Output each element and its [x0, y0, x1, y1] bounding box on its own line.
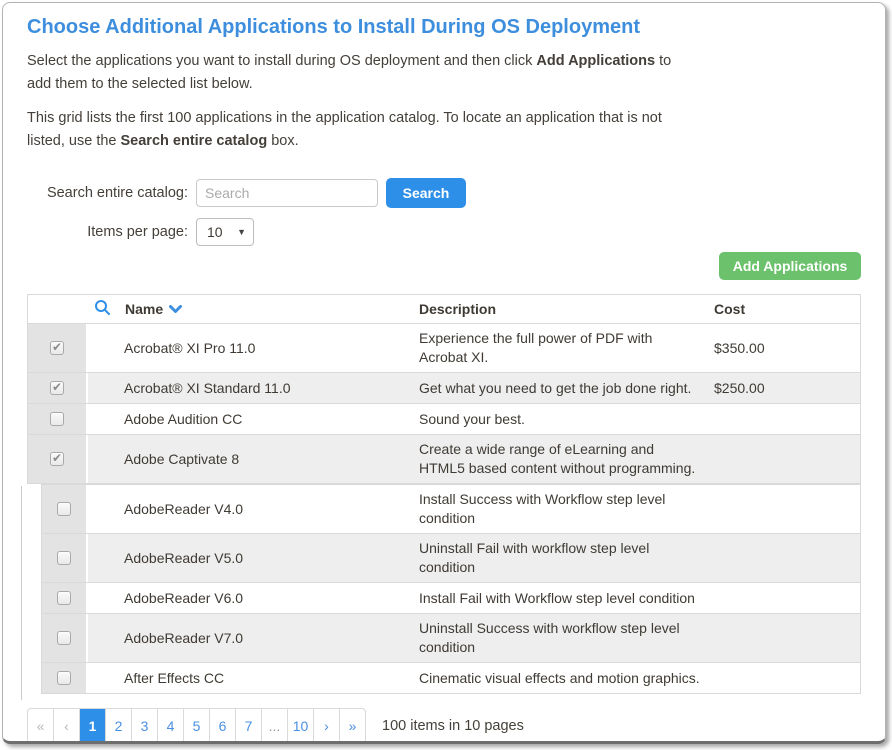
page-button[interactable]: 4	[157, 708, 184, 744]
search-label: Search entire catalog:	[27, 185, 196, 201]
app-description-cell: Experience the full power of PDF with Ac…	[419, 324, 714, 372]
table-row[interactable]: Acrobat® XI Pro 11.0Experience the full …	[27, 324, 861, 373]
row-checkbox[interactable]	[57, 502, 71, 516]
app-description-cell: Sound your best.	[419, 405, 714, 434]
items-per-page-select[interactable]: 10 ▼	[196, 218, 254, 246]
app-description-cell: Uninstall Success with workflow step lev…	[419, 614, 714, 662]
column-header-description[interactable]: Description	[419, 300, 714, 319]
table-row[interactable]: AdobeReader V5.0Uninstall Fail with work…	[41, 534, 861, 583]
page-title: Choose Additional Applications to Instal…	[27, 16, 861, 39]
page-button[interactable]: 2	[105, 708, 132, 744]
row-checkbox[interactable]	[50, 341, 64, 355]
app-cost-cell: $350.00	[714, 340, 860, 356]
app-description-cell: Cinematic visual effects and motion grap…	[419, 664, 714, 693]
table-row[interactable]: Adobe Audition CCSound your best.	[27, 404, 861, 435]
page-button[interactable]: 6	[209, 708, 236, 744]
add-applications-button[interactable]: Add Applications	[719, 252, 861, 280]
column-header-name[interactable]: Name	[88, 299, 419, 319]
row-checkbox[interactable]	[57, 631, 71, 645]
app-name-cell: After Effects CC	[88, 670, 419, 686]
page-button: «	[27, 708, 54, 744]
app-name-cell: Acrobat® XI Standard 11.0	[88, 380, 419, 396]
app-name-cell: AdobeReader V7.0	[88, 630, 419, 646]
page-button[interactable]: 5	[183, 708, 210, 744]
items-per-page-value: 10	[197, 224, 223, 240]
app-name-cell: Acrobat® XI Pro 11.0	[88, 340, 419, 356]
row-checkbox-cell	[42, 583, 88, 613]
page-button[interactable]: ›	[313, 708, 340, 744]
page-button[interactable]: 10	[287, 708, 314, 744]
app-cost-cell: $250.00	[714, 380, 860, 396]
items-per-page-row: Items per page: 10 ▼	[27, 218, 861, 246]
column-header-cost[interactable]: Cost	[714, 301, 860, 317]
row-checkbox-cell	[28, 404, 88, 434]
header-checkbox-cell	[28, 295, 88, 323]
app-name-cell: AdobeReader V5.0	[88, 550, 419, 566]
applications-table: Name Description Cost Acrobat® XI Pro 11…	[27, 294, 861, 694]
page-button[interactable]: 3	[131, 708, 158, 744]
app-description-cell: Get what you need to get the job done ri…	[419, 374, 714, 403]
column-header-name-label: Name	[125, 301, 163, 317]
row-checkbox-cell	[42, 534, 88, 582]
app-description-cell: Create a wide range of eLearning and HTM…	[419, 435, 714, 483]
caret-down-icon: ▼	[237, 227, 253, 237]
table-row[interactable]: Acrobat® XI Standard 11.0Get what you ne…	[27, 373, 861, 404]
table-row[interactable]: After Effects CCCinematic visual effects…	[41, 663, 861, 694]
items-per-page-label: Items per page:	[27, 224, 196, 240]
table-row[interactable]: AdobeReader V4.0Install Success with Wor…	[41, 484, 861, 534]
table-row[interactable]: AdobeReader V7.0Uninstall Success with w…	[41, 614, 861, 663]
row-checkbox[interactable]	[50, 381, 64, 395]
intro-paragraph-2: This grid lists the first 100 applicatio…	[27, 107, 675, 153]
row-checkbox[interactable]	[57, 671, 71, 685]
table-header-row: Name Description Cost	[27, 294, 861, 324]
app-name-cell: AdobeReader V6.0	[88, 590, 419, 606]
pagination: «‹1234567...10›»	[27, 708, 366, 744]
row-checkbox[interactable]	[57, 551, 71, 565]
row-checkbox-cell	[42, 663, 88, 693]
app-name-cell: Adobe Audition CC	[88, 411, 419, 427]
app-description-cell: Uninstall Fail with workflow step level …	[419, 534, 714, 582]
pagination-row: «‹1234567...10›» 100 items in 10 pages	[27, 708, 861, 744]
page-button[interactable]: 1	[79, 708, 106, 744]
page-button: ...	[261, 708, 288, 744]
page-button[interactable]: 7	[235, 708, 262, 744]
table-row[interactable]: Adobe Captivate 8Create a wide range of …	[27, 435, 861, 484]
row-checkbox[interactable]	[50, 412, 64, 426]
table-row[interactable]: AdobeReader V6.0Install Fail with Workfl…	[41, 583, 861, 614]
search-input[interactable]	[196, 179, 378, 207]
page-button[interactable]: »	[339, 708, 366, 744]
wizard-panel: Choose Additional Applications to Instal…	[2, 2, 886, 744]
row-checkbox-cell	[42, 485, 88, 533]
sort-desc-icon[interactable]	[169, 301, 182, 317]
pagination-summary: 100 items in 10 pages	[382, 718, 524, 734]
app-description-cell: Install Success with Workflow step level…	[419, 485, 714, 533]
table-section-b: AdobeReader V4.0Install Success with Wor…	[41, 484, 861, 694]
app-name-cell: Adobe Captivate 8	[88, 451, 419, 467]
page-button: ‹	[53, 708, 80, 744]
search-button[interactable]: Search	[386, 178, 466, 208]
search-icon[interactable]	[94, 299, 111, 319]
app-name-cell: AdobeReader V4.0	[88, 501, 419, 517]
row-checkbox-cell	[28, 324, 88, 372]
search-row: Search entire catalog: Search	[27, 178, 861, 208]
row-checkbox-cell	[42, 614, 88, 662]
row-checkbox-cell	[28, 435, 88, 483]
intro-paragraph-1: Select the applications you want to inst…	[27, 50, 675, 96]
table-section-a: Acrobat® XI Pro 11.0Experience the full …	[27, 324, 861, 484]
row-checkbox[interactable]	[50, 452, 64, 466]
app-description-cell: Install Fail with Workflow step level co…	[419, 584, 714, 613]
row-checkbox[interactable]	[57, 591, 71, 605]
row-checkbox-cell	[28, 373, 88, 403]
